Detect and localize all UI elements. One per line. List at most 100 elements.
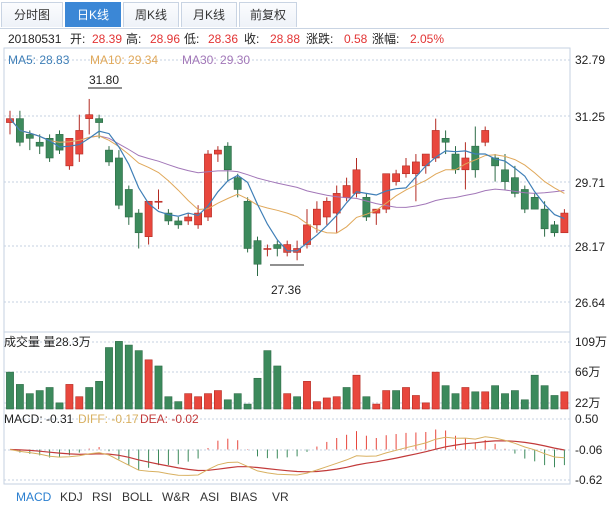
tab-monthly-k[interactable]: 月K线: [181, 2, 237, 27]
high-annotation: 31.80: [89, 73, 119, 87]
price-tick-5: 26.64: [575, 296, 605, 310]
candle-body: [184, 216, 193, 222]
ma5-line: [9, 118, 565, 252]
candle-body: [501, 169, 509, 182]
volume-bar: [154, 365, 163, 410]
volume-bar: [15, 384, 24, 410]
candle: [105, 146, 113, 166]
volume-bar: [164, 396, 173, 410]
indicator-tab-asi[interactable]: ASI: [200, 490, 219, 504]
info-close-label: 收:: [244, 32, 259, 46]
volume-bar: [312, 401, 321, 410]
info-open: 28.39: [92, 32, 122, 46]
candle-body: [481, 130, 490, 143]
volume-bar: [501, 393, 509, 410]
candle-body: [560, 212, 569, 234]
candle: [134, 209, 143, 249]
candle: [382, 173, 391, 214]
ma10-label: MA10: 29.34: [90, 53, 158, 67]
volume-bar: [124, 344, 133, 410]
candle-body: [441, 138, 450, 143]
volume-bar: [55, 402, 64, 410]
volume-bar: [441, 385, 450, 410]
candle: [95, 114, 103, 139]
volume-bar: [45, 387, 54, 410]
diff-label: DIFF: -0.17: [78, 412, 139, 426]
candlestick-series: [6, 98, 569, 277]
tab-timeshare[interactable]: 分时图: [1, 2, 63, 27]
indicator-tab-vr[interactable]: VR: [272, 490, 289, 504]
candle: [65, 138, 74, 170]
indicator-tab-macd[interactable]: MACD: [16, 490, 51, 504]
info-low-label: 低:: [184, 32, 199, 46]
tab-weekly-k[interactable]: 周K线: [123, 2, 179, 27]
stock-chart: 20180531 开: 28.39 高: 28.96 低: 28.36 收: 2…: [3, 31, 607, 486]
candle: [481, 126, 490, 147]
volume-tick-3: 22万: [575, 396, 600, 410]
volume-bar: [392, 390, 400, 410]
candle: [124, 185, 133, 225]
price-tick-3: 29.71: [575, 176, 605, 190]
volume-bar: [283, 393, 292, 410]
indicator-tab-bias[interactable]: BIAS: [230, 490, 257, 504]
candle-body: [144, 200, 153, 237]
macd-label: MACD: -0.31: [4, 412, 74, 426]
candle-body: [65, 138, 74, 167]
candle-body: [402, 165, 410, 175]
dea-label: DEA: -0.02: [140, 412, 199, 426]
candle-body: [550, 224, 559, 234]
candle-body: [243, 200, 252, 249]
volume-tick-2: 66万: [575, 365, 600, 379]
volume-bar: [520, 399, 529, 410]
candle: [75, 114, 84, 162]
candle-body: [263, 248, 272, 250]
info-change: 0.58: [344, 32, 368, 46]
candle-body: [85, 114, 94, 119]
candle: [520, 185, 529, 214]
tab-daily-k[interactable]: 日K线: [65, 2, 121, 27]
candle: [115, 150, 123, 210]
volume-bar: [372, 403, 381, 410]
low-annotation: 27.36: [271, 283, 301, 297]
candle-body: [75, 130, 84, 155]
volume-bar: [402, 387, 410, 410]
candle-body: [223, 145, 232, 171]
info-pct-label: 涨幅:: [372, 31, 399, 46]
macd-tick-2: -0.06: [575, 443, 603, 457]
volume-bar: [134, 350, 143, 410]
candle-body: [25, 134, 34, 139]
volume-bar: [204, 393, 212, 410]
indicator-tab-boll[interactable]: BOLL: [122, 490, 153, 504]
candle-body: [214, 149, 222, 155]
candle-body: [530, 197, 539, 210]
volume-bar: [352, 374, 361, 410]
volume-bar: [481, 391, 490, 410]
candle: [501, 154, 509, 190]
candle-body: [174, 220, 183, 226]
candle: [45, 134, 54, 162]
candle: [164, 209, 173, 225]
ma5-label: MA5: 28.83: [8, 53, 70, 67]
indicator-tab-rsi[interactable]: RSI: [92, 490, 112, 504]
candle-body: [253, 240, 262, 265]
candle: [154, 189, 163, 210]
candle: [194, 205, 202, 229]
volume-bar: [530, 374, 539, 410]
volume-bar: [184, 393, 193, 410]
volume-bar: [6, 371, 14, 410]
volume-bar: [223, 399, 232, 410]
indicator-tab-kdj[interactable]: KDJ: [60, 490, 83, 504]
info-low: 28.36: [208, 32, 238, 46]
macd-tick-1: 0.50: [575, 412, 599, 426]
candle: [560, 209, 569, 234]
indicator-tab-wr[interactable]: W&R: [162, 490, 190, 504]
volume-bar: [540, 385, 549, 410]
volume-tick-1: 109万: [575, 335, 607, 349]
candle-body: [154, 200, 163, 203]
period-tabs: 分时图 日K线 周K线 月K线 前复权: [0, 0, 609, 29]
volume-bar: [65, 384, 74, 410]
tab-forward-adjusted[interactable]: 前复权: [239, 2, 297, 27]
price-tick-4: 28.17: [575, 240, 605, 254]
info-date: 20180531: [8, 32, 62, 46]
candle: [402, 157, 410, 178]
